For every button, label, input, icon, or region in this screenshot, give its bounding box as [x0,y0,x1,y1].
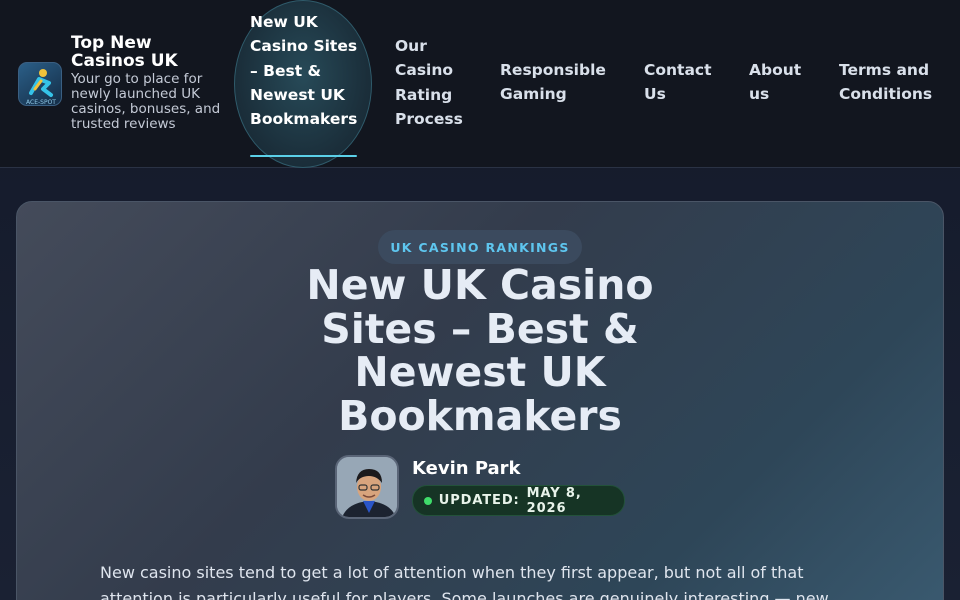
logo-text: ACE-SPOT [26,99,56,106]
author-name[interactable]: Kevin Park [412,458,521,479]
author-avatar [335,455,399,519]
site-header: ACE-SPOT Top New Casinos UK Your go to p… [0,0,960,168]
nav-item-about-us[interactable]: About us [749,58,811,107]
brand[interactable]: ACE-SPOT Top New Casinos UK Your go to p… [18,34,233,144]
updated-badge: UPDATED: MAY 8, 2026 [412,485,625,516]
site-tagline: Your go to place for newly launched UK c… [71,71,221,132]
nav-item-new-uk-casino-sites[interactable]: New UK Casino Sites – Best & Newest UK B… [250,10,360,131]
updated-date: MAY 8, 2026 [526,485,582,516]
intro-paragraph: New casino sites tend to get a lot of at… [100,563,829,600]
nav-item-terms[interactable]: Terms and Conditions [839,58,949,107]
site-logo[interactable]: ACE-SPOT [18,62,62,106]
category-badge: UK CASINO RANKINGS [378,230,582,264]
nav-item-responsible-gaming[interactable]: Responsible Gaming [500,58,620,107]
updated-label: UPDATED: [438,493,520,508]
status-dot-icon [424,496,432,505]
nav-active-underline [250,155,357,157]
nav-item-contact-us[interactable]: Contact Us [644,58,724,107]
page-title: New UK Casino Sites – Best & Newest UK B… [306,261,654,440]
site-title[interactable]: Top New Casinos UK [71,34,231,70]
nav-item-rating-process[interactable]: Our Casino Rating Process [395,34,475,131]
